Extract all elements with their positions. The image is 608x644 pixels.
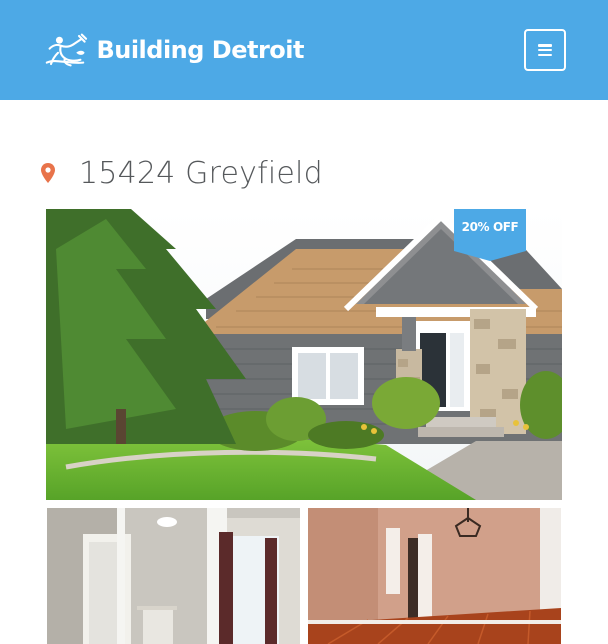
listing-title-row: 15424 Greyfield [40,150,323,196]
menu-button[interactable] [524,29,566,71]
map-marker-icon [41,163,55,183]
spirit-of-detroit-icon [45,33,88,67]
interior-living-room-photo[interactable] [308,508,561,644]
listing-address: 15424 Greyfield [79,155,323,191]
interior-doorway-photo[interactable] [47,508,300,644]
house-exterior-photo[interactable]: 20% OFF [46,209,562,500]
brand-name: Building Detroit [96,36,304,64]
hamburger-menu-icon [538,44,552,56]
discount-badge: 20% OFF [454,209,526,261]
site-header: Building Detroit [0,0,608,100]
site-logo[interactable]: Building Detroit [44,24,304,76]
discount-badge-label: 20% OFF [461,220,519,234]
